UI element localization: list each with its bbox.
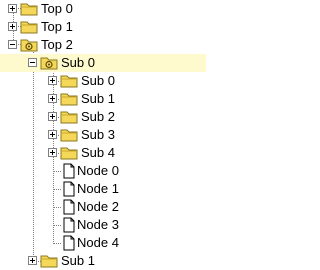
expand-plus-icon[interactable]	[8, 22, 17, 31]
document-icon	[63, 235, 75, 251]
folder-closed-icon	[60, 75, 78, 88]
expand-plus-icon[interactable]	[8, 4, 17, 13]
tree-node-label: Sub 1	[61, 253, 95, 268]
tree-node-label: Top 2	[41, 37, 73, 52]
tree-node-label: Node 3	[77, 217, 119, 232]
document-icon	[63, 199, 75, 215]
tree-node-label: Node 4	[77, 235, 119, 250]
expand-plus-icon[interactable]	[48, 148, 57, 157]
tree-view: Top 0 Top 1 Top 2 Sub 0 Sub 0 Sub 1 Sub …	[0, 0, 206, 270]
tree-node-label: Node 0	[77, 163, 119, 178]
expand-plus-icon[interactable]	[48, 130, 57, 139]
expand-plus-icon[interactable]	[28, 256, 37, 265]
document-icon	[63, 217, 75, 233]
folder-closed-icon	[40, 255, 58, 268]
collapse-minus-icon[interactable]	[8, 40, 17, 49]
tree-node-label: Node 2	[77, 199, 119, 214]
folder-closed-icon	[60, 147, 78, 160]
folder-closed-icon	[60, 93, 78, 106]
tree-node-label: Top 1	[41, 19, 73, 34]
expand-plus-icon[interactable]	[48, 76, 57, 85]
document-icon	[63, 163, 75, 179]
expand-plus-icon[interactable]	[48, 94, 57, 103]
tree-node-label: Sub 4	[81, 145, 115, 160]
tree-node-label: Node 1	[77, 181, 119, 196]
tree-node-label: Sub 2	[81, 109, 115, 124]
tree-node-label: Sub 0	[61, 55, 95, 70]
folder-closed-icon	[60, 129, 78, 142]
folder-open-icon	[40, 57, 58, 70]
folder-closed-icon	[20, 21, 38, 34]
tree-line	[33, 52, 34, 261]
expand-plus-icon[interactable]	[48, 112, 57, 121]
collapse-minus-icon[interactable]	[28, 58, 37, 67]
document-icon	[63, 181, 75, 197]
tree-node-label: Sub 1	[81, 91, 115, 106]
tree-node-sub-0-selected[interactable]: Sub 0	[0, 54, 206, 72]
folder-closed-icon	[20, 3, 38, 16]
folder-open-icon	[20, 39, 38, 52]
tree-node-label: Sub 0	[81, 73, 115, 88]
folder-closed-icon	[60, 111, 78, 124]
tree-node-label: Sub 3	[81, 127, 115, 142]
tree-node-label: Top 0	[41, 1, 73, 16]
